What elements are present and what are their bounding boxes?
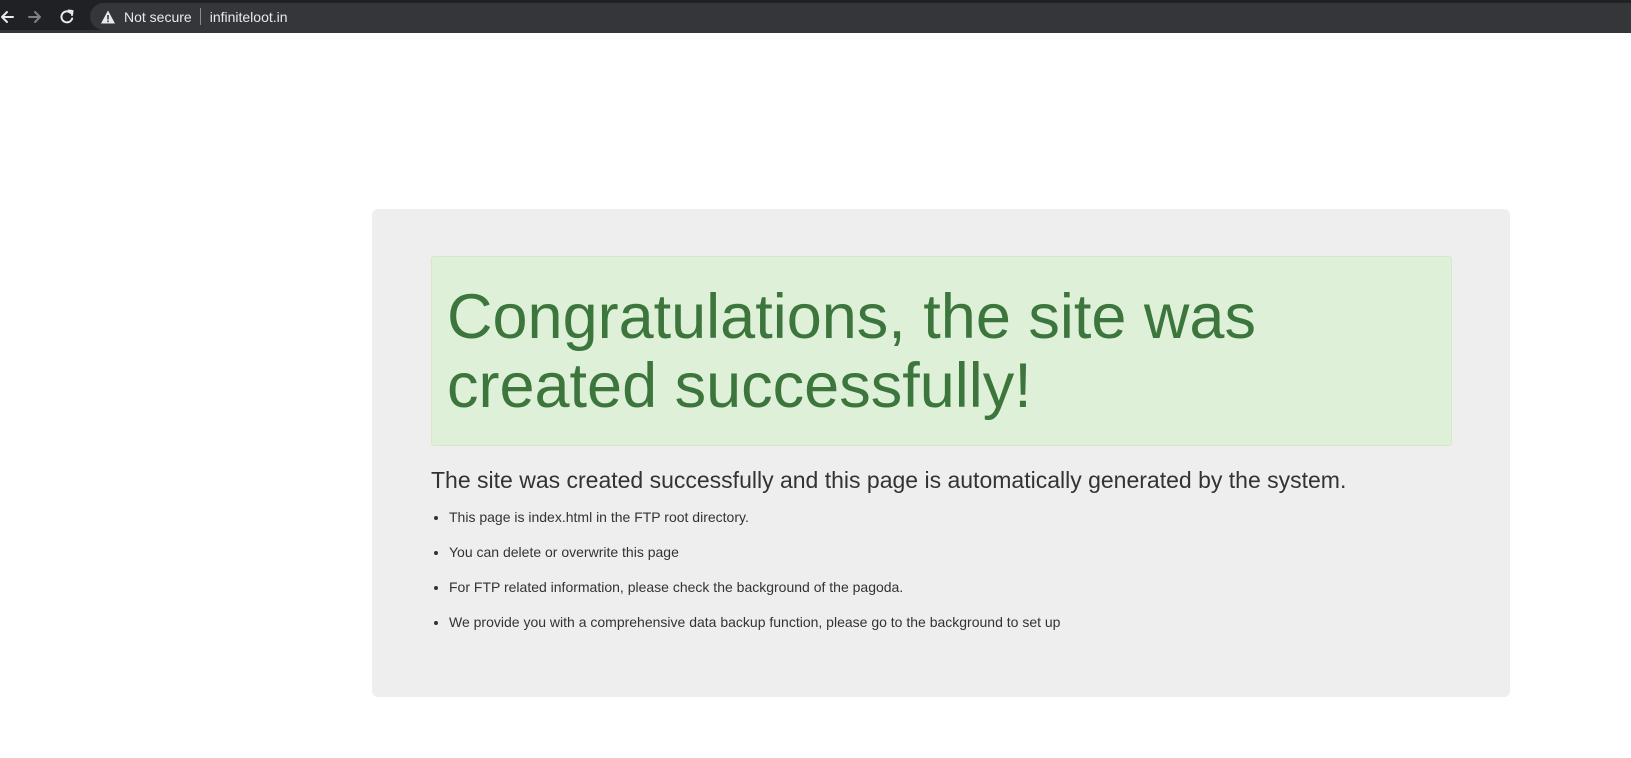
info-list: This page is index.html in the FTP root … bbox=[431, 507, 1060, 647]
warning-triangle-icon[interactable] bbox=[100, 9, 116, 25]
success-alert: Congratulations, the site was created su… bbox=[431, 256, 1452, 446]
arrow-left-icon bbox=[1, 10, 14, 23]
list-item: You can delete or overwrite this page bbox=[449, 542, 1060, 562]
list-item: For FTP related information, please chec… bbox=[449, 577, 1060, 597]
list-item: We provide you with a comprehensive data… bbox=[449, 612, 1060, 632]
arrow-right-icon bbox=[28, 10, 41, 23]
address-bar[interactable]: Not secure infiniteloot.in bbox=[90, 3, 1631, 30]
page-subtitle: The site was created successfully and th… bbox=[431, 467, 1347, 493]
reload-icon bbox=[60, 9, 74, 23]
back-button[interactable] bbox=[0, 0, 22, 33]
security-status-label[interactable]: Not secure bbox=[124, 9, 192, 25]
url-text[interactable]: infiniteloot.in bbox=[210, 9, 288, 25]
browser-toolbar: Not secure infiniteloot.in bbox=[0, 0, 1631, 33]
omnibox-divider bbox=[199, 8, 201, 25]
reload-button[interactable] bbox=[52, 0, 82, 33]
forward-button[interactable] bbox=[20, 0, 50, 33]
page-title: Congratulations, the site was created su… bbox=[447, 282, 1256, 421]
list-item: This page is index.html in the FTP root … bbox=[449, 507, 1060, 527]
content-panel: Congratulations, the site was created su… bbox=[372, 209, 1510, 697]
